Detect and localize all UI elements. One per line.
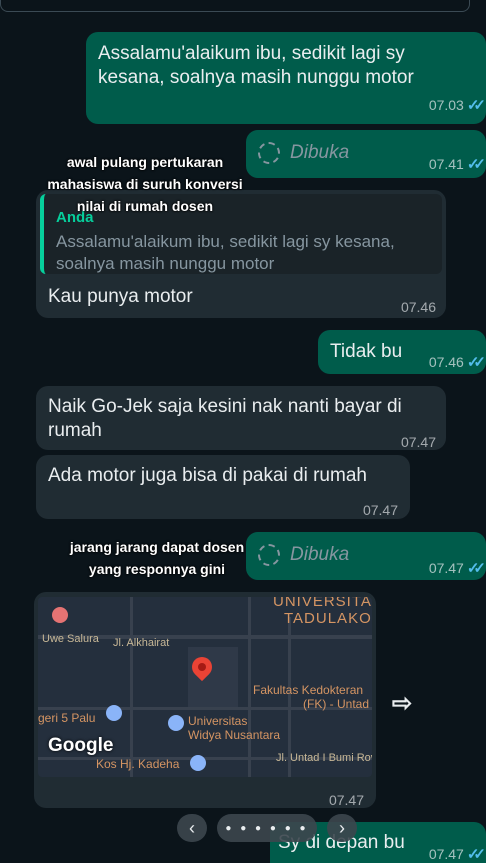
message-outgoing-3[interactable]: Tidak bu 07.46 ✓✓ [318,330,486,374]
read-ticks-icon: ✓✓ [466,97,486,114]
map-label-widya: Universitas [188,714,248,728]
map-label-fk: (FK) - Untad [303,697,370,711]
media-carousel-nav: ‹ ● ● ● ● ● ● › [177,813,357,843]
message-outgoing-4[interactable]: Dibuka 07.47 ✓✓ [246,532,486,580]
prev-button[interactable]: ‹ [177,814,207,842]
message-outgoing-1[interactable]: Assalamu'alaikum ibu, sedikit lagi sy ke… [86,32,486,124]
message-time: 07.47 [400,434,436,450]
message-time: 07.46 ✓✓ [429,350,486,375]
read-ticks-icon: ✓✓ [466,156,486,173]
map-poi-icon [190,755,206,771]
top-edge [0,0,470,12]
map-label-fk: Fakultas Kedokteran [253,683,364,697]
view-once-label: Dibuka [290,544,350,565]
map-label-kos: Kos Hj. Kadeha [96,757,180,771]
message-text: Naik Go-Jek saja kesini nak nanti bayar … [48,396,402,441]
next-button[interactable]: › [327,814,357,842]
location-map[interactable]: UNIVERSITAS TADULAKO Uwe Salura Jl. Alkh… [38,597,372,777]
message-time: 07.41 ✓✓ [429,152,486,177]
map-poi-icon [106,705,122,721]
forward-icon[interactable]: ⇨ [385,686,419,720]
message-incoming-2[interactable]: Naik Go-Jek saja kesini nak nanti bayar … [36,386,446,450]
map-label-univ: UNIVERSITAS [273,597,372,610]
message-time: 07.47 ✓✓ [429,556,486,581]
view-once-icon [258,544,280,566]
map-label-univ: TADULAKO [284,610,372,627]
google-logo: Google [48,735,114,756]
message-outgoing-2[interactable]: Dibuka 07.41 ✓✓ [246,130,486,178]
view-once-status: Dibuka [258,543,349,567]
view-once-label: Dibuka [290,142,350,163]
message-time: 07.47 ✓✓ [429,842,486,863]
map-label-smk: geri 5 Palu [38,711,96,725]
read-ticks-icon: ✓✓ [466,560,486,577]
message-time: 07.46 [400,299,436,315]
map-road [248,597,251,777]
overlay-caption-2: jarang jarang dapat dosen yang responnya… [69,539,245,577]
message-text: Assalamu'alaikum ibu, sedikit lagi sy ke… [98,43,414,88]
message-text: Tidak bu [330,341,403,362]
message-time: 07.47 [328,792,364,808]
quote-text: Assalamu'alaikum ibu, sedikit lagi sy ke… [56,232,395,273]
overlay-caption-1: awal pulang pertukaran mahasiswa di suru… [47,154,243,214]
map-label-uwe: Uwe Salura [42,633,99,645]
map-poi-icon [52,607,68,623]
map-road [130,597,133,777]
message-text: Kau punya motor [48,286,193,307]
map-road [188,647,238,707]
message-time: 07.47 [362,502,398,518]
message-time: 07.03 ✓✓ [429,93,486,118]
view-once-icon [258,142,280,164]
view-once-status: Dibuka [258,141,349,165]
message-text: Ada motor juga bisa di pakai di rumah [48,465,367,486]
map-label-alkhairat: Jl. Alkhairat [113,637,170,649]
message-incoming-3[interactable]: Ada motor juga bisa di pakai di rumah 07… [36,455,410,519]
page-dots: ● ● ● ● ● ● [217,814,317,842]
map-label-untad: Jl. Untad I Bumi Roviega [276,752,372,764]
map-label-widya: Widya Nusantara [188,728,281,742]
map-poi-icon [168,715,184,731]
read-ticks-icon: ✓✓ [466,354,486,371]
read-ticks-icon: ✓✓ [466,846,486,863]
